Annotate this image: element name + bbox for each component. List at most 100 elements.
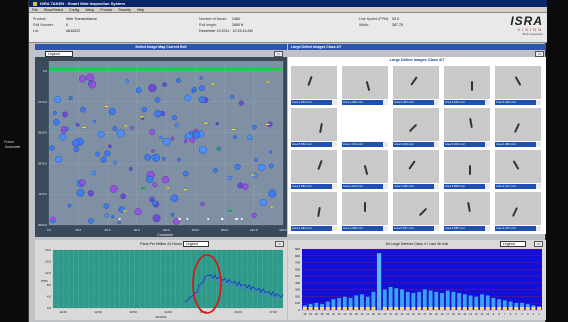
map-defect-point[interactable] — [189, 131, 193, 135]
defect-zoom-icon[interactable] — [383, 142, 388, 147]
map-defect-point[interactable] — [149, 129, 156, 136]
defect-zoom-icon[interactable] — [434, 142, 439, 147]
map-defect-point[interactable] — [120, 193, 126, 200]
defect-image-cell[interactable]: Area 4,283 mm² — [289, 149, 339, 191]
defect-image-cell[interactable]: Area 3,317 mm² — [493, 149, 543, 191]
map-defect-point[interactable] — [55, 155, 63, 163]
map-defect-point[interactable] — [176, 78, 181, 83]
map-defect-point[interactable] — [198, 96, 206, 103]
map-defect-point[interactable] — [103, 203, 110, 209]
map-defect-point[interactable] — [199, 76, 203, 80]
map-defect-point[interactable] — [230, 94, 235, 99]
map-defect-point[interactable] — [161, 176, 170, 184]
defect-zoom-icon[interactable] — [485, 184, 490, 189]
map-defect-point[interactable] — [111, 215, 115, 219]
hist-bar[interactable] — [388, 286, 393, 311]
map-defect-point[interactable] — [259, 199, 267, 207]
map-defect-point[interactable] — [159, 135, 163, 140]
defect-image-cell[interactable]: Area 5,257 mm² — [391, 191, 441, 233]
map-defect-marker[interactable] — [215, 147, 220, 150]
map-defect-marker[interactable] — [210, 82, 215, 85]
defect-image-cell[interactable]: Area 5,546 mm² — [493, 65, 543, 107]
map-defect-point[interactable] — [97, 131, 105, 138]
map-defect-point[interactable] — [76, 188, 85, 197]
map-defect-point[interactable] — [151, 200, 158, 206]
defect-image-cell[interactable]: Area 4,689 mm² — [442, 191, 492, 233]
menu-show-select[interactable]: Show/Select — [44, 8, 63, 12]
map-defect-point[interactable] — [134, 208, 142, 216]
map-defect-point[interactable] — [78, 75, 86, 83]
defect-zoom-icon[interactable] — [536, 184, 541, 189]
map-defect-marker[interactable] — [122, 210, 127, 212]
map-defect-point[interactable] — [234, 163, 241, 170]
trend-legend-dropdown[interactable]: Legend — [183, 241, 209, 247]
map-defect-point[interactable] — [252, 125, 257, 130]
map-defect-point[interactable] — [162, 137, 171, 146]
map-defect-point[interactable] — [86, 73, 94, 82]
defect-image-cell[interactable]: Area 5,681 mm² — [289, 107, 339, 149]
menu-file[interactable]: File — [32, 8, 38, 12]
map-defect-point[interactable] — [227, 176, 232, 181]
map-defect-point[interactable] — [128, 167, 133, 171]
map-defect-point[interactable] — [104, 213, 110, 218]
map-defect-marker[interactable] — [265, 81, 270, 83]
map-defect-marker[interactable] — [141, 187, 146, 190]
map-defect-point[interactable] — [88, 80, 93, 85]
map-defect-point[interactable] — [247, 134, 253, 141]
map-defect-point[interactable] — [268, 189, 277, 198]
map-defect-point[interactable] — [88, 218, 94, 224]
defect-image-cell[interactable]: Area 1,480 mm² — [340, 65, 390, 107]
map-defect-point[interactable] — [118, 218, 121, 220]
map-defect-point[interactable] — [144, 154, 151, 161]
map-defect-point[interactable] — [68, 96, 73, 100]
defect-zoom-icon[interactable] — [383, 226, 388, 231]
hist-bar[interactable] — [382, 289, 388, 311]
defect-image-cell[interactable]: Area 4,916 mm² — [442, 65, 492, 107]
defect-zoom-icon[interactable] — [434, 184, 439, 189]
map-defect-point[interactable] — [220, 218, 223, 220]
map-defect-point[interactable] — [95, 151, 100, 157]
map-defect-point[interactable] — [237, 182, 244, 189]
map-defect-point[interactable] — [269, 150, 273, 154]
defect-image-cell[interactable]: Area 4,484 mm² — [493, 107, 543, 149]
map-defect-point[interactable] — [130, 126, 134, 130]
map-defect-point[interactable] — [91, 170, 97, 176]
menu-help[interactable]: Help — [137, 8, 144, 12]
map-defect-point[interactable] — [151, 155, 155, 159]
map-defect-point[interactable] — [61, 125, 67, 131]
map-defect-point[interactable] — [199, 145, 207, 154]
defect-zoom-icon[interactable] — [332, 142, 337, 147]
defect-image-cell[interactable]: Area 1,464 mm² — [289, 65, 339, 107]
map-defect-point[interactable] — [73, 146, 80, 153]
map-defect-point[interactable] — [184, 94, 192, 102]
map-defect-point[interactable] — [75, 123, 80, 127]
defect-zoom-icon[interactable] — [383, 184, 388, 189]
defect-zoom-icon[interactable] — [434, 226, 439, 231]
map-defect-point[interactable] — [161, 157, 166, 161]
map-defect-point[interactable] — [152, 214, 161, 223]
defect-image-cell[interactable]: Area 4,308 mm² — [340, 191, 390, 233]
map-defect-point[interactable] — [72, 139, 80, 147]
map-defect-point[interactable] — [151, 149, 155, 153]
defect-zoom-icon[interactable] — [536, 142, 541, 147]
map-defect-point[interactable] — [171, 115, 177, 121]
map-defect-point[interactable] — [109, 185, 118, 193]
map-defect-point[interactable] — [235, 218, 238, 220]
map-defect-point[interactable] — [162, 82, 167, 87]
map-defect-marker[interactable] — [82, 126, 87, 129]
defect-image-cell[interactable]: Area 3,260 mm² — [391, 149, 441, 191]
hist-print-button[interactable]: ▭ — [534, 241, 543, 247]
map-defect-point[interactable] — [108, 144, 112, 149]
map-defect-point[interactable] — [59, 133, 67, 141]
map-defect-point[interactable] — [141, 107, 147, 113]
map-defect-point[interactable] — [125, 79, 130, 83]
map-defect-point[interactable] — [62, 111, 68, 118]
hist-bar-peak[interactable] — [376, 252, 382, 311]
map-defect-point[interactable] — [186, 218, 189, 220]
map-defect-point[interactable] — [79, 179, 86, 186]
map-defect-point[interactable] — [80, 106, 86, 113]
map-defect-point[interactable] — [240, 218, 243, 220]
map-defect-point[interactable] — [53, 119, 60, 126]
map-defect-marker[interactable] — [250, 174, 255, 176]
map-defect-point[interactable] — [116, 129, 125, 138]
